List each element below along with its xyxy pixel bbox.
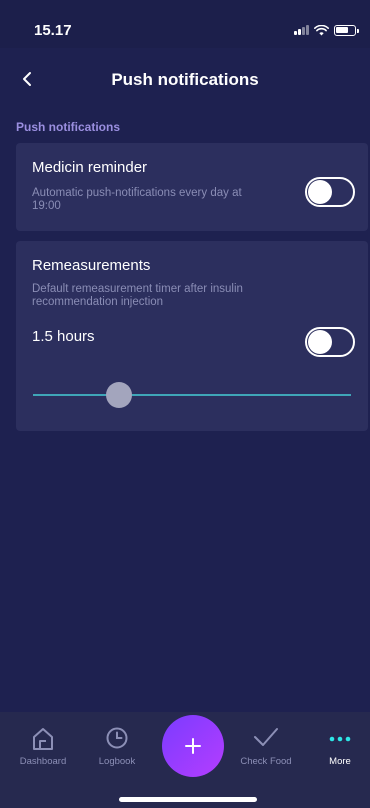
home-icon xyxy=(33,728,53,750)
wifi-icon xyxy=(314,24,329,35)
navigation-bar: Push notifications xyxy=(0,48,370,110)
section-label: Push notifications xyxy=(16,120,121,134)
remeasurements-description-line1: Default remeasurement timer after insuli… xyxy=(32,283,243,295)
remeasurements-description-line2: recommendation injection xyxy=(32,296,164,308)
medicin-reminder-card: Medicin reminder Automatic push-notifica… xyxy=(16,143,368,231)
remeasurements-toggle[interactable] xyxy=(305,327,355,357)
tab-check-food[interactable]: Check Food xyxy=(231,712,301,782)
medicin-reminder-description-line2: 19:00 xyxy=(32,200,61,212)
home-indicator xyxy=(119,797,257,802)
toggle-knob xyxy=(308,180,332,204)
medicin-reminder-title: Medicin reminder xyxy=(32,159,148,176)
page-title: Push notifications xyxy=(111,70,259,89)
check-icon xyxy=(254,728,278,746)
clock-icon xyxy=(106,727,128,749)
remeasurements-description: Default remeasurement timer after insuli… xyxy=(32,283,243,309)
signal-icon xyxy=(294,25,309,35)
tab-label: More xyxy=(329,756,351,767)
slider-thumb[interactable] xyxy=(105,382,132,408)
tab-label: Logbook xyxy=(98,756,136,767)
remeasurements-card: Remeasurements Default remeasurement tim… xyxy=(16,241,368,431)
tab-label: Dashboard xyxy=(19,756,67,767)
tab-logbook[interactable]: Logbook xyxy=(82,712,152,782)
medicin-reminder-description: Automatic push-notifications every day a… xyxy=(32,187,242,213)
remeasurements-title: Remeasurements xyxy=(32,257,151,274)
slider-track xyxy=(33,394,351,396)
tab-more[interactable]: More xyxy=(305,712,370,782)
tab-dashboard[interactable]: Dashboard xyxy=(8,712,78,782)
toggle-knob xyxy=(308,330,332,354)
more-dots-icon xyxy=(329,736,351,742)
tab-bar: Dashboard Logbook Check Food More xyxy=(0,712,370,808)
medicin-reminder-description-line1: Automatic push-notifications every day a… xyxy=(32,187,242,199)
status-icons xyxy=(294,24,359,36)
add-button[interactable] xyxy=(162,715,224,777)
medicin-reminder-toggle[interactable] xyxy=(305,177,355,207)
plus-icon xyxy=(185,738,201,754)
tab-label: Check Food xyxy=(240,756,292,767)
battery-icon xyxy=(334,24,359,36)
status-bar: 15.17 xyxy=(0,0,370,48)
remeasurement-slider[interactable] xyxy=(33,381,351,409)
remeasurement-hours-label: 1.5 hours xyxy=(32,328,95,345)
status-time: 15.17 xyxy=(34,22,72,39)
